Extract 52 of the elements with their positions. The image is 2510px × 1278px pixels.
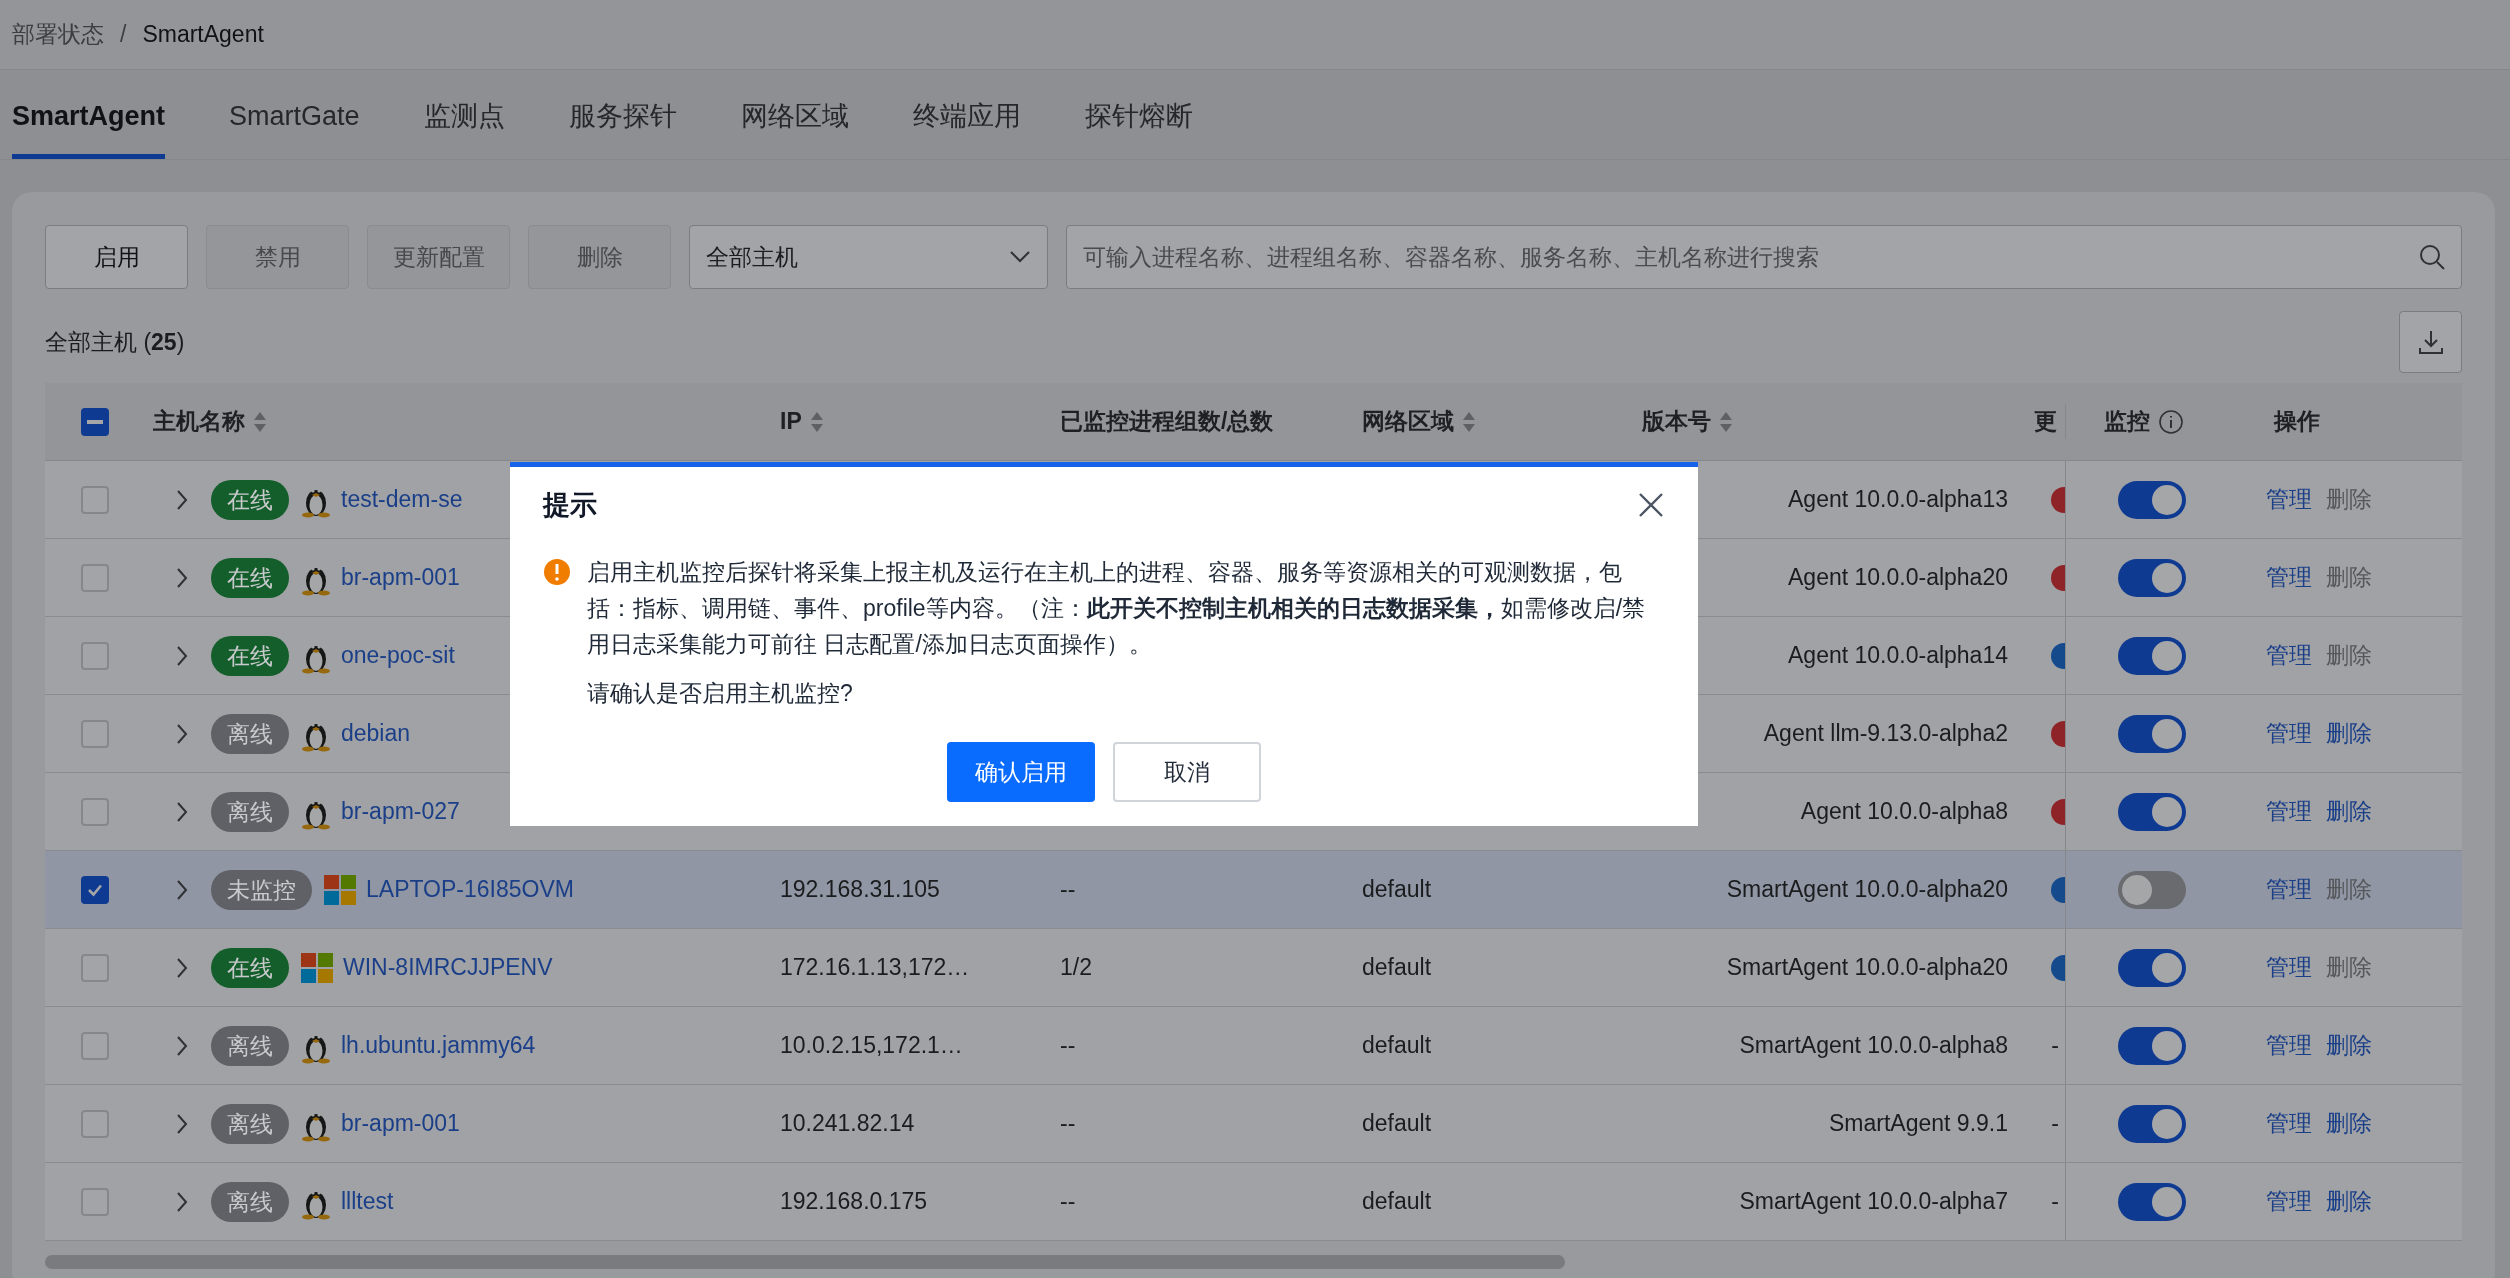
update-text: - [2051,1187,2060,1217]
version-text: SmartAgent 10.0.0-alpha20 [1726,875,2008,905]
status-badge: 离线 [211,713,289,754]
version-text: Agent 10.0.0-alpha14 [1788,641,2008,671]
column-header: IP [780,407,802,437]
version-text: Agent llm-9.13.0-alpha2 [1763,719,2008,749]
dialog-title: 提示 [543,489,597,522]
network-area-text: default [1362,954,1432,981]
breadcrumb-separator: / [120,20,127,50]
column-header: 操作 [2274,407,2320,437]
version-text: SmartAgent 10.0.0-alpha20 [1726,953,2008,983]
ip-text: 10.0.2.15,172.1… [780,1032,963,1059]
version-text: Agent 10.0.0-alpha8 [1800,797,2008,827]
network-area-text: default [1362,876,1432,903]
status-badge: 离线 [211,791,289,832]
dialog-question: 请确认是否启用主机监控? [587,678,854,708]
process-count-text: -- [1060,876,1076,903]
status-badge: 在线 [211,635,289,676]
status-badge: 离线 [211,1103,289,1144]
column-header: 更 [2034,407,2057,437]
ip-text: 172.16.1.13,172… [780,954,970,981]
status-badge: 离线 [211,1181,289,1222]
network-area-text: default [1362,1110,1432,1137]
version-text: Agent 10.0.0-alpha13 [1788,485,2008,515]
process-count-text: 1/2 [1060,954,1092,981]
host-count-label: 全部主机 (25) [45,327,185,357]
status-badge: 在线 [211,479,289,520]
network-area-text: default [1362,1032,1432,1059]
column-header: 网络区域 [1362,407,1454,437]
status-badge: 在线 [211,947,289,988]
version-text: SmartAgent 10.0.0-alpha7 [1739,1187,2008,1217]
status-badge: 离线 [211,1025,289,1066]
version-text: SmartAgent 10.0.0-alpha8 [1739,1031,2008,1061]
status-badge: 未监控 [211,869,312,910]
breadcrumb-item: SmartAgent [142,20,264,50]
status-badge: 在线 [211,557,289,598]
version-text: SmartAgent 9.9.1 [1829,1109,2008,1139]
process-count-text: -- [1060,1188,1076,1215]
dialog-message: 启用主机监控后探针将采集上报主机及运行在主机上的进程、容器、服务等资源相关的可观测数据，包括：指标、调用链、事件、profile等内容。（注：此开关不控制主机相关的日志数据采集，如需修改启/禁用日志采集能力可前往 日志配置/添加日志页面操作）。 [587,557,1647,659]
column-header: 已监控进程组数/总数 [1060,407,1274,437]
column-header: 版本号 [1642,407,1711,437]
network-area-text: default [1362,1188,1432,1215]
ip-text: 10.241.82.14 [780,1110,915,1137]
update-text: - [2051,1109,2060,1139]
process-count-text: -- [1060,1032,1076,1059]
column-header: 主机名称 [153,407,245,437]
version-text: Agent 10.0.0-alpha20 [1788,563,2008,593]
ip-text: 192.168.31.105 [780,876,940,903]
column-header: 监控 [2104,407,2150,437]
update-text: - [2051,1031,2060,1061]
ip-text: 192.168.0.175 [780,1188,928,1215]
process-count-text: -- [1060,1110,1076,1137]
